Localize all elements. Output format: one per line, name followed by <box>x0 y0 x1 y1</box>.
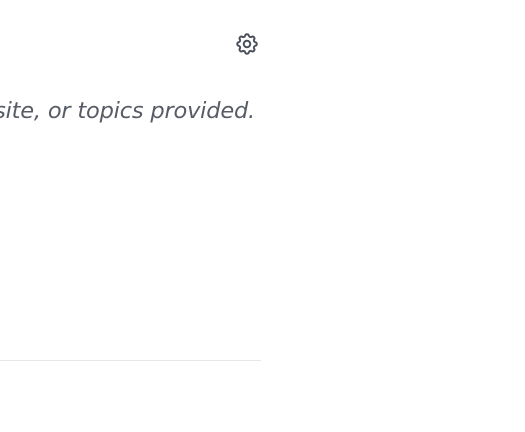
settings-button[interactable] <box>233 30 261 58</box>
gear-icon <box>236 33 258 55</box>
empty-state-message: site, or topics provided. <box>0 98 255 124</box>
viewport: site, or topics provided. <box>0 0 525 432</box>
feed-panel: site, or topics provided. <box>0 0 262 432</box>
divider <box>0 360 261 361</box>
